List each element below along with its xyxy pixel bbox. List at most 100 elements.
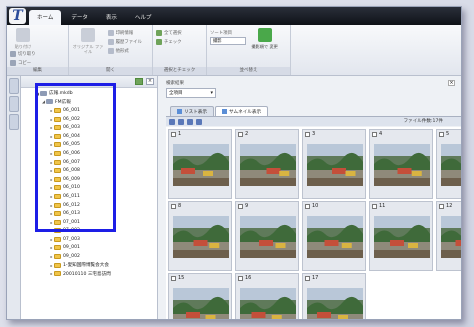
format-icon <box>107 47 114 54</box>
group-label: 選択とチェック <box>153 67 206 75</box>
side-tab-strip <box>7 76 21 319</box>
tree-folder-item[interactable]: ▸ 09_002 <box>21 252 157 261</box>
tree-close-button[interactable]: × <box>146 78 154 85</box>
clipboard-icon <box>16 28 30 42</box>
thumbnail-icon <box>221 109 227 114</box>
thumbnail-checkbox[interactable] <box>238 204 243 209</box>
folder-icon <box>54 262 61 268</box>
group-label: 開く <box>69 67 152 75</box>
file-icon <box>81 28 95 42</box>
check-icon <box>156 38 162 45</box>
thumbnail-checkbox[interactable] <box>238 132 243 137</box>
app-logo[interactable]: T <box>9 8 26 24</box>
garden-photo <box>173 288 229 319</box>
copy-button[interactable]: コピー <box>10 58 36 67</box>
garden-photo <box>240 216 296 258</box>
side-tab-folder[interactable] <box>9 78 19 94</box>
thumbnail-checkbox[interactable] <box>171 132 176 137</box>
thumbnail-grid: 1 2 3 4 5 8 9 10 11 12 15 16 17 <box>166 127 461 319</box>
thumbnail-checkbox[interactable] <box>439 204 444 209</box>
tree-folder-item[interactable]: ▸ 1-愛知国際博覧会大会 <box>21 261 157 270</box>
history-file-button[interactable]: 履歴ファイル <box>107 37 142 46</box>
thumbnail-checkbox[interactable] <box>238 276 243 281</box>
ribbon-group-select: 全て選択 チェック 選択とチェック <box>153 25 207 75</box>
print-info-button[interactable]: 印刷情報 <box>107 28 142 37</box>
sort-icon <box>257 28 272 42</box>
garden-photo <box>374 144 430 186</box>
thumbnail-checkbox[interactable] <box>439 132 444 137</box>
side-tab-search[interactable] <box>9 96 19 112</box>
next-page-icon[interactable] <box>187 119 193 125</box>
thumbnail-item[interactable]: 15 <box>168 273 232 319</box>
copy-icon <box>10 59 16 66</box>
check-button[interactable]: チェック <box>156 37 182 46</box>
folder-icon <box>54 245 61 251</box>
tab-home[interactable]: ホーム <box>29 10 62 25</box>
sort-apply-button[interactable]: 撮影順で 変更 <box>251 28 279 49</box>
thumbnail-item[interactable]: 9 <box>235 201 299 271</box>
thumbnail-number: 2 <box>245 131 249 137</box>
thumbnail-checkbox[interactable] <box>171 276 176 281</box>
thumbnail-checkbox[interactable] <box>372 132 377 137</box>
tree-item-label: 20010110 三宅島訪問 <box>63 271 111 277</box>
garden-photo <box>307 144 363 186</box>
scissors-icon <box>10 50 16 57</box>
garden-photo <box>307 288 363 319</box>
thumbnail-item[interactable]: 4 <box>369 129 433 199</box>
ribbon-group-edit: 貼り付け 切り取り コピー 削除 編集 <box>7 25 69 75</box>
folder-icon <box>54 271 61 277</box>
tree-folder-item[interactable]: ▸ 09_001 <box>21 244 157 253</box>
tree-item-label: 09_002 <box>63 254 80 260</box>
title-bar: T ホーム データ 表示 ヘルプ <box>7 7 461 25</box>
select-all-button[interactable]: 全て選択 <box>156 28 182 37</box>
thumbnail-number: 1 <box>178 131 182 137</box>
side-tab-bookmark[interactable] <box>9 114 19 130</box>
highlight-box <box>35 83 116 232</box>
panel-close-button[interactable]: × <box>448 80 455 86</box>
thumbnail-item[interactable]: 8 <box>168 201 232 271</box>
last-page-icon[interactable] <box>196 119 202 125</box>
thumbnail-item[interactable]: 3 <box>302 129 366 199</box>
thumbnail-item[interactable]: 12 <box>436 201 461 271</box>
tree-refresh-icon[interactable] <box>135 78 143 85</box>
thumbnail-item[interactable]: 10 <box>302 201 366 271</box>
thumbnail-checkbox[interactable] <box>305 132 310 137</box>
file-count: ファイル件数:17件 <box>403 119 443 124</box>
garden-photo <box>240 144 296 186</box>
thumbnail-item[interactable]: 2 <box>235 129 299 199</box>
tab-thumbnail-view[interactable]: サムネイル表示 <box>214 106 269 116</box>
tab-list-view[interactable]: リスト表示 <box>170 106 214 116</box>
group-label: 編集 <box>7 67 68 75</box>
tab-help[interactable]: ヘルプ <box>127 10 160 25</box>
thumbnail-item[interactable]: 5 <box>436 129 461 199</box>
history-icon <box>107 38 114 45</box>
thumbnail-item[interactable]: 17 <box>302 273 366 319</box>
thumbnail-checkbox[interactable] <box>305 276 310 281</box>
original-file-button[interactable]: オリジナル ファイル <box>72 28 104 54</box>
tab-view[interactable]: 表示 <box>98 10 125 25</box>
paste-button[interactable]: 貼り付け <box>10 28 36 49</box>
tab-data[interactable]: データ <box>63 10 96 25</box>
tree-folder-item[interactable]: ▸ 20010110 三宅島訪問 <box>21 269 157 278</box>
thumbnail-item[interactable]: 1 <box>168 129 232 199</box>
thumbnail-checkbox[interactable] <box>171 204 176 209</box>
thumbnail-number: 3 <box>312 131 316 137</box>
thumbnail-item[interactable]: 11 <box>369 201 433 271</box>
first-page-icon[interactable] <box>169 119 175 125</box>
other-format-button[interactable]: 他形式 <box>107 46 142 55</box>
thumbnail-number: 9 <box>245 203 249 209</box>
sort-select[interactable]: 撮影 <box>210 37 246 45</box>
select-all-icon <box>156 29 162 36</box>
prev-page-icon[interactable] <box>178 119 184 125</box>
search-scope-select[interactable]: 全項目 <box>166 88 216 98</box>
garden-photo <box>173 216 229 258</box>
thumbnail-number: 11 <box>379 203 386 209</box>
cut-button[interactable]: 切り取り <box>10 49 36 58</box>
thumbnail-checkbox[interactable] <box>305 204 310 209</box>
thumbnail-item[interactable]: 16 <box>235 273 299 319</box>
sort-label: ソート項目 <box>210 30 232 36</box>
tree-folder-item[interactable]: ▸ 07_003 <box>21 235 157 244</box>
thumbnail-number: 12 <box>446 203 453 209</box>
thumbnail-checkbox[interactable] <box>372 204 377 209</box>
ribbon-group-open: オリジナル ファイル 印刷情報 履歴ファイル 他形式 開く <box>69 25 153 75</box>
